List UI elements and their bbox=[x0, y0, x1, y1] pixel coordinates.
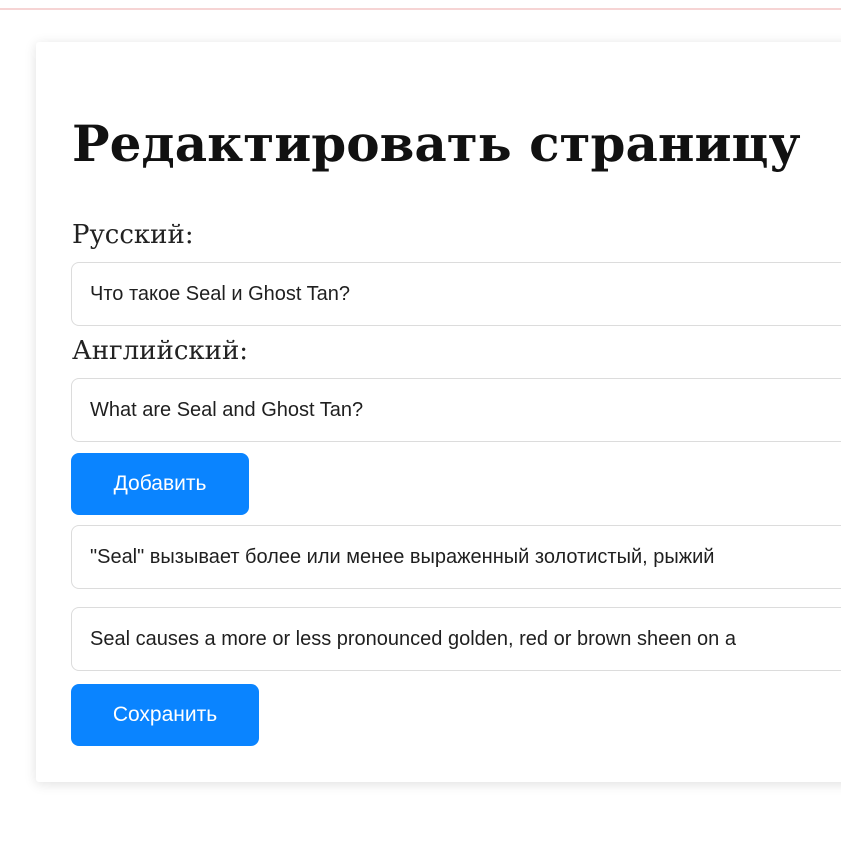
russian-answer-input[interactable] bbox=[71, 525, 841, 589]
page-title: Редактировать страницу bbox=[72, 114, 801, 173]
edit-page-card: Редактировать страницу Русский: Английск… bbox=[36, 42, 841, 782]
russian-label: Русский: bbox=[72, 220, 194, 250]
english-answer-input[interactable] bbox=[71, 607, 841, 671]
add-button[interactable]: Добавить bbox=[71, 453, 249, 515]
save-button[interactable]: Сохранить bbox=[71, 684, 259, 746]
russian-question-input[interactable] bbox=[71, 262, 841, 326]
top-strip bbox=[0, 0, 841, 10]
english-question-input[interactable] bbox=[71, 378, 841, 442]
english-label: Английский: bbox=[72, 336, 249, 366]
